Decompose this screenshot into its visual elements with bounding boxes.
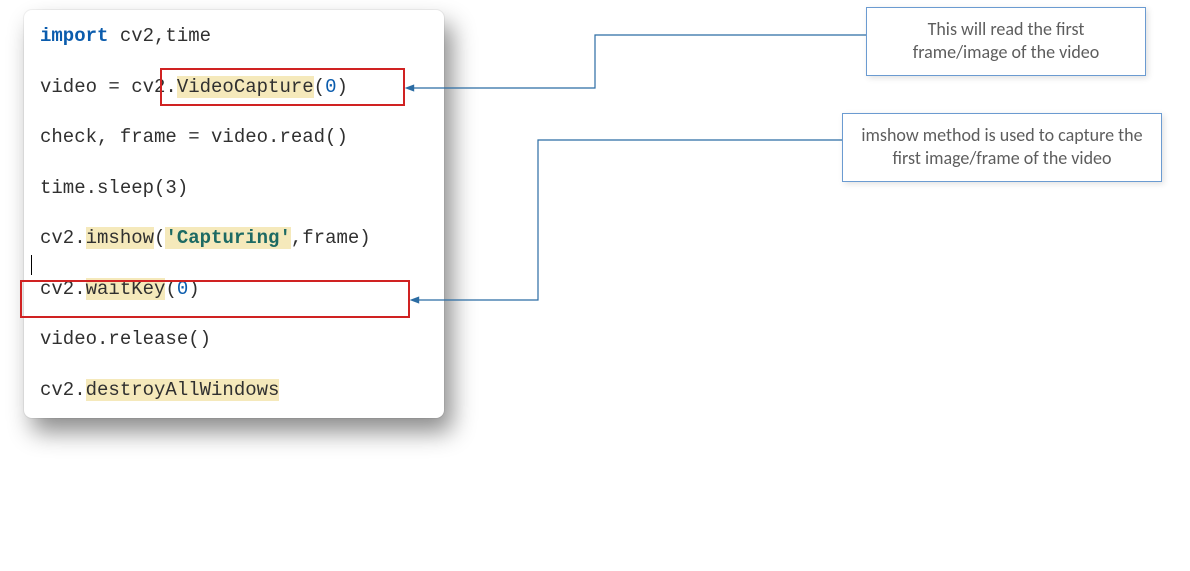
callout-videocapture: This will read the first frame/image of … xyxy=(866,7,1146,76)
highlight-box-imshow xyxy=(20,280,410,318)
code-line-3: check, frame = video.read() xyxy=(40,123,428,152)
code-string: 'Capturing' xyxy=(165,227,290,249)
highlight-box-videocapture xyxy=(160,68,405,106)
code-line-5: cv2.imshow('Capturing',frame) xyxy=(40,224,428,253)
code-text: cv2. xyxy=(40,379,86,401)
highlight-imshow: imshow xyxy=(86,227,154,249)
code-text: ,frame) xyxy=(291,227,371,249)
callout-text: This will read the first frame/image of … xyxy=(913,18,1100,63)
highlight-destroyallwindows: destroyAllWindows xyxy=(86,379,280,401)
code-line-1: import cv2,time xyxy=(40,22,428,51)
callout-text: imshow method is used to capture the fir… xyxy=(861,124,1142,169)
keyword-import: import xyxy=(40,25,108,47)
code-text: cv2. xyxy=(40,227,86,249)
code-line-8: cv2.destroyAllWindows xyxy=(40,376,428,405)
code-text: time.sleep(3) xyxy=(40,177,188,199)
code-line-4: time.sleep(3) xyxy=(40,174,428,203)
code-text: cv2,time xyxy=(108,25,211,47)
code-text: video = cv2. xyxy=(40,76,177,98)
code-text: ( xyxy=(154,227,165,249)
code-line-7: video.release() xyxy=(40,325,428,354)
callout-imshow: imshow method is used to capture the fir… xyxy=(842,113,1162,182)
code-text: check, frame = video.read() xyxy=(40,126,348,148)
code-text: video.release() xyxy=(40,328,211,350)
text-cursor xyxy=(31,255,32,275)
